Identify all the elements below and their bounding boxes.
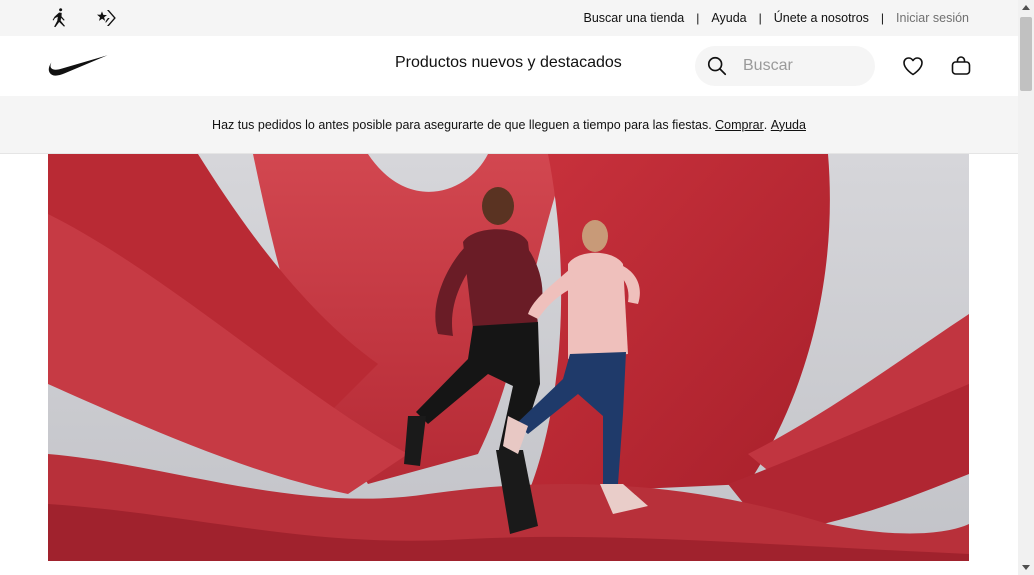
join-us-link[interactable]: Únete a nosotros <box>774 11 869 25</box>
promo-shop-link[interactable]: Comprar <box>715 118 764 132</box>
promo-help-link[interactable]: Ayuda <box>771 118 806 132</box>
promo-banner: Haz tus pedidos lo antes posible para as… <box>0 96 1018 154</box>
search-box[interactable] <box>695 46 875 86</box>
search-input[interactable] <box>743 54 865 78</box>
utility-separator: | <box>696 11 700 25</box>
utility-bar: Buscar una tienda | Ayuda | Únete a noso… <box>0 0 1018 36</box>
help-link[interactable]: Ayuda <box>711 11 746 25</box>
sign-in-link[interactable]: Iniciar sesión <box>896 11 969 25</box>
converse-icon[interactable] <box>95 6 119 30</box>
scroll-down-icon[interactable] <box>1022 565 1030 570</box>
bag-icon[interactable] <box>949 54 973 78</box>
utility-separator: | <box>880 11 885 25</box>
scroll-thumb[interactable] <box>1020 17 1032 91</box>
utility-links: Buscar una tienda | Ayuda | Únete a noso… <box>583 0 969 36</box>
jordan-icon[interactable] <box>48 6 72 30</box>
find-store-link[interactable]: Buscar una tienda <box>583 11 684 25</box>
hero-image[interactable] <box>48 154 969 561</box>
utility-separator: | <box>758 11 762 25</box>
hero-illustration <box>48 154 969 561</box>
scroll-up-icon[interactable] <box>1022 5 1030 10</box>
search-icon[interactable] <box>706 55 728 77</box>
heart-icon[interactable] <box>901 54 925 78</box>
main-nav: Productos nuevos y destacados <box>0 36 1018 96</box>
nike-swoosh-icon[interactable] <box>47 54 108 78</box>
nav-title[interactable]: Productos nuevos y destacados <box>395 54 622 72</box>
scrollbar[interactable] <box>1018 0 1034 575</box>
promo-text: Haz tus pedidos lo antes posible para as… <box>212 117 712 132</box>
